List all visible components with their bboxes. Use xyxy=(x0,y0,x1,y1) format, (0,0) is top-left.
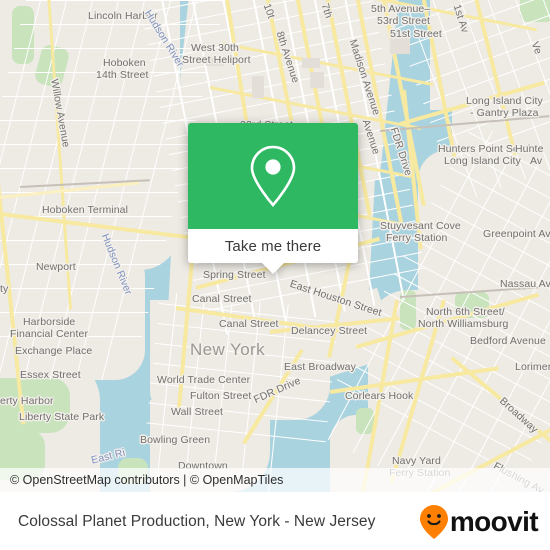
map-label: Canal Street xyxy=(219,318,279,330)
map-label: Fulton Street xyxy=(190,390,252,402)
footer-title: Colossal Planet Production, New York - N… xyxy=(18,513,376,530)
map-label: Navy Yard xyxy=(392,455,441,467)
map-label: Hunte xyxy=(515,143,544,155)
map-label: World Trade Center xyxy=(157,374,251,386)
map-label: Bowling Green xyxy=(140,434,211,446)
map-label: Long Island City xyxy=(466,95,543,107)
building-block-b xyxy=(302,58,320,68)
attribution-text[interactable]: © OpenStreetMap contributors | © OpenMap… xyxy=(0,473,283,487)
moovit-brand[interactable]: moovit xyxy=(419,504,550,540)
map-label: East Broadway xyxy=(284,361,356,373)
map-label: 53rd Street xyxy=(377,15,431,27)
map-label: 5th Avenue– xyxy=(371,3,431,15)
map-label: Essex Street xyxy=(20,369,81,381)
map-attribution-bar: © OpenStreetMap contributors | © OpenMap… xyxy=(0,468,550,492)
map-label: West 30th xyxy=(191,42,239,54)
popup-card-pointer xyxy=(262,263,284,274)
building-block-c xyxy=(310,72,324,88)
park-wnyc-transmitter xyxy=(520,0,550,22)
map-label: Wall Street xyxy=(171,406,224,418)
page-footer: Colossal Planet Production, New York - N… xyxy=(0,492,550,550)
take-me-there-button[interactable]: Take me there xyxy=(188,229,358,263)
map-label: Spring Street xyxy=(203,269,266,281)
map-label: Lorimer S xyxy=(515,361,550,373)
map-label: erty Harbor xyxy=(0,395,54,407)
map-label: Exchange Place xyxy=(15,345,93,357)
map-label: Canal Street xyxy=(192,293,252,305)
map-label: Long Island City xyxy=(444,155,521,167)
map-label: Newport xyxy=(36,261,76,273)
map-label: Hoboken xyxy=(103,57,146,69)
map-label: Financial Center xyxy=(10,328,89,340)
map-label: Street Heliport xyxy=(182,54,251,66)
map-label: 14th Street xyxy=(96,69,149,81)
map-label: Corlears Hook xyxy=(345,390,414,402)
location-popup-card[interactable]: Take me there xyxy=(188,123,358,274)
building-block-a xyxy=(252,76,264,98)
map-label: Hoboken Terminal xyxy=(42,204,129,216)
map-label: Av xyxy=(530,155,543,167)
map-label: North 6th Street/ xyxy=(426,306,505,318)
map-label: Liberty State Park xyxy=(19,411,105,423)
map-label: Stuyvesant Cove xyxy=(380,220,461,232)
moovit-pin-smiley-icon xyxy=(419,505,448,539)
map-label: Greenpoint Avenue xyxy=(483,228,550,240)
park-hoboken-north xyxy=(12,6,34,64)
map-label: New York xyxy=(190,340,266,359)
map-pin-icon xyxy=(250,145,296,207)
moovit-wordmark: moovit xyxy=(449,506,539,537)
take-me-there-label: Take me there xyxy=(224,237,322,255)
popup-card-header xyxy=(188,123,358,229)
map-canvas[interactable]: Lincoln Harbor Hudson River Hoboken 14th St… xyxy=(0,0,550,492)
map-label: North Williamsburg xyxy=(418,318,509,330)
map-label: Delancey Street xyxy=(291,325,368,337)
map-label: ty xyxy=(0,283,9,295)
map-label: 51st Street xyxy=(390,28,442,40)
map-label: Ferry Station xyxy=(386,232,448,244)
map-label: Bedford Avenue xyxy=(470,335,546,347)
map-label: Nassau Ave xyxy=(500,278,550,290)
map-page: Lincoln Harbor Hudson River Hoboken 14th St… xyxy=(0,0,550,550)
map-label: - Gantry Plaza xyxy=(470,107,539,119)
map-label: Harborside xyxy=(23,316,76,328)
